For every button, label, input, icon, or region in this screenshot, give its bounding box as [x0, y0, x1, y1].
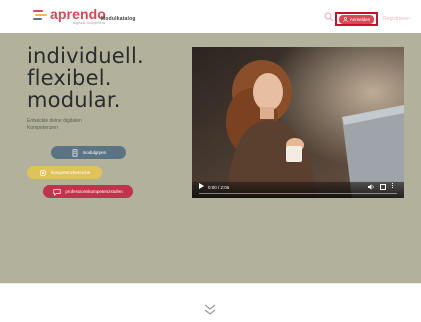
video-controls: 0:00 / 2:06: [192, 180, 404, 198]
headline-line-1: individuell.: [27, 44, 144, 68]
login-label: Anmelden: [349, 16, 371, 22]
video-player[interactable]: 0:00 / 2:06: [192, 47, 404, 198]
logo-mark-icon: [33, 10, 47, 22]
nav-link-module-catalog[interactable]: Modulkatalog: [101, 16, 136, 22]
hero-headline: individuell. flexibel. modular.: [27, 45, 144, 111]
professional-levels-button[interactable]: professionskompetenzstufen: [43, 185, 133, 198]
professional-levels-button-label: professionskompetenzstufen: [65, 189, 123, 194]
fullscreen-icon[interactable]: [380, 184, 386, 190]
login-button[interactable]: Anmelden: [335, 12, 378, 26]
more-vert-icon[interactable]: [392, 183, 394, 190]
logo[interactable]: aprendo digitale kompetenz: [33, 7, 106, 26]
user-icon: [343, 16, 348, 22]
volume-icon[interactable]: [368, 184, 375, 190]
document-icon: [72, 148, 77, 157]
double-chevron-down-icon[interactable]: [203, 304, 217, 316]
target-icon: [39, 169, 47, 176]
video-thumbnail: [192, 47, 404, 198]
search-icon[interactable]: [324, 12, 334, 22]
top-header: aprendo digitale kompetenz Modulkatalog …: [0, 0, 421, 33]
logo-tagline: digitale kompetenz: [73, 21, 106, 25]
hero-subtext: Entwickle deine digitalen Kompetenzen: [27, 118, 82, 131]
chat-icon: [53, 188, 61, 196]
headline-line-3: modular.: [27, 88, 121, 112]
scroll-section: [0, 283, 421, 322]
video-progress-bar[interactable]: [199, 193, 397, 194]
modules-button[interactable]: modulgrpen: [51, 146, 126, 159]
video-time: 0:00 / 2:06: [208, 185, 230, 190]
logo-name: aprendo: [50, 6, 106, 22]
competence-areas-button-label: kompetenzbereiche: [50, 170, 91, 175]
page: aprendo digitale kompetenz Modulkatalog …: [0, 0, 421, 322]
modules-button-label: modulgrpen: [82, 150, 107, 155]
play-icon[interactable]: [199, 183, 204, 189]
competence-areas-button[interactable]: kompetenzbereiche: [27, 166, 102, 179]
headline-line-2: flexibel.: [27, 66, 112, 90]
register-link[interactable]: Registrieren: [383, 16, 410, 22]
